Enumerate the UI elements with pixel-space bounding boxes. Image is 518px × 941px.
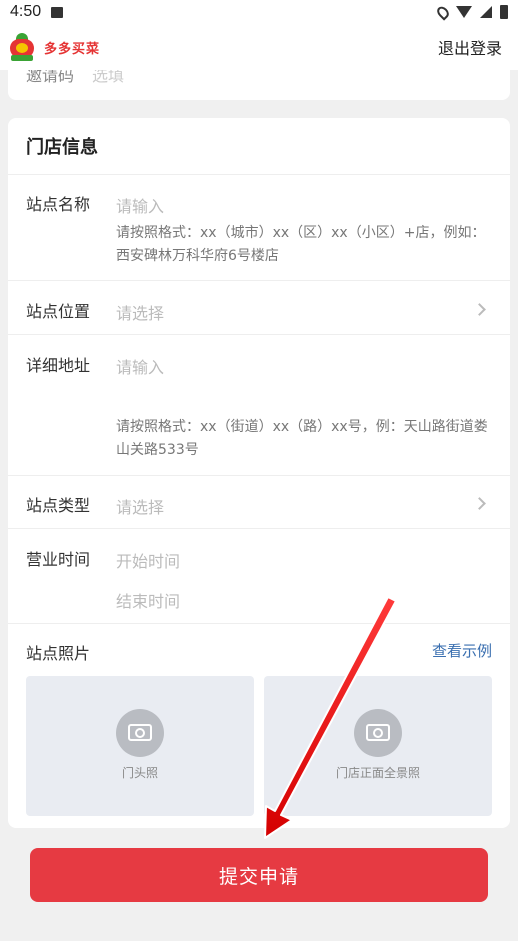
start-time-input[interactable]: 开始时间 [116, 548, 180, 572]
invite-code-row[interactable]: 邀请码 选填 [26, 70, 124, 86]
detail-address-row: 详细地址 请输入 请按照格式：xx（街道）xx（路）xx号，例：天山路街道娄山关… [26, 352, 494, 472]
photo-caption: 门店正面全景照 [335, 766, 420, 780]
location-icon [434, 3, 452, 21]
divider [8, 623, 510, 624]
invite-code-label: 邀请码 [26, 70, 75, 85]
battery-icon [500, 5, 508, 19]
store-info-card: 门店信息 站点名称 请输入 请按照格式：xx（城市）xx（区）xx（小区）+店，… [8, 118, 510, 828]
site-photos-label: 站点照片 [26, 644, 91, 663]
divider [8, 528, 510, 529]
brand-logo-icon [8, 33, 36, 61]
site-name-row: 站点名称 请输入 请按照格式：xx（城市）xx（区）xx（小区）+店，例如：西安… [26, 191, 494, 281]
storefront-photo-upload[interactable]: 门头照 [26, 676, 254, 816]
site-name-label: 站点名称 [26, 195, 91, 214]
logout-button[interactable]: 退出登录 [438, 35, 510, 59]
app-header: 多多买菜 退出登录 [0, 24, 518, 70]
divider [8, 334, 510, 335]
divider [8, 174, 510, 175]
divider [8, 280, 510, 281]
section-title: 门店信息 [26, 137, 98, 158]
photo-caption: 门头照 [121, 766, 158, 780]
site-type-select[interactable]: 请选择 [116, 494, 164, 518]
camera-icon [354, 709, 402, 757]
site-photos-row: 站点照片 [26, 640, 494, 664]
brand-name: 多多买菜 [44, 41, 101, 57]
site-type-row[interactable]: 站点类型 请选择 [26, 492, 494, 522]
status-time: 4:50 [10, 3, 42, 20]
site-location-label: 站点位置 [26, 302, 91, 321]
chevron-right-icon [473, 497, 486, 510]
invite-code-card: 邀请码 选填 [8, 70, 510, 100]
wifi-icon [456, 6, 472, 18]
detail-address-hint: 请按照格式：xx（街道）xx（路）xx号，例：天山路街道娄山关路533号 [116, 419, 488, 458]
site-type-label: 站点类型 [26, 496, 91, 515]
status-bar: 4:50 [0, 0, 518, 24]
signal-icon [480, 6, 492, 18]
business-hours-row: 营业时间 开始时间 结束时间 [26, 546, 494, 616]
detail-address-label: 详细地址 [26, 356, 91, 375]
invite-code-input[interactable]: 选填 [92, 70, 124, 86]
chevron-right-icon [473, 303, 486, 316]
site-location-select[interactable]: 请选择 [116, 300, 164, 324]
camera-icon [116, 709, 164, 757]
view-example-link[interactable]: 查看示例 [432, 640, 492, 661]
end-time-input[interactable]: 结束时间 [116, 588, 180, 612]
panorama-photo-upload[interactable]: 门店正面全景照 [264, 676, 492, 816]
divider [8, 475, 510, 476]
site-name-input[interactable]: 请输入 [116, 193, 164, 217]
site-location-row[interactable]: 站点位置 请选择 [26, 298, 494, 328]
gallery-icon [51, 6, 64, 18]
business-hours-label: 营业时间 [26, 550, 91, 569]
submit-button[interactable]: 提交申请 [30, 848, 488, 902]
detail-address-input[interactable]: 请输入 [116, 354, 164, 378]
site-name-hint: 请按照格式：xx（城市）xx（区）xx（小区）+店，例如：西安碑林万科华府6号楼… [116, 225, 486, 264]
status-icons [434, 3, 508, 21]
